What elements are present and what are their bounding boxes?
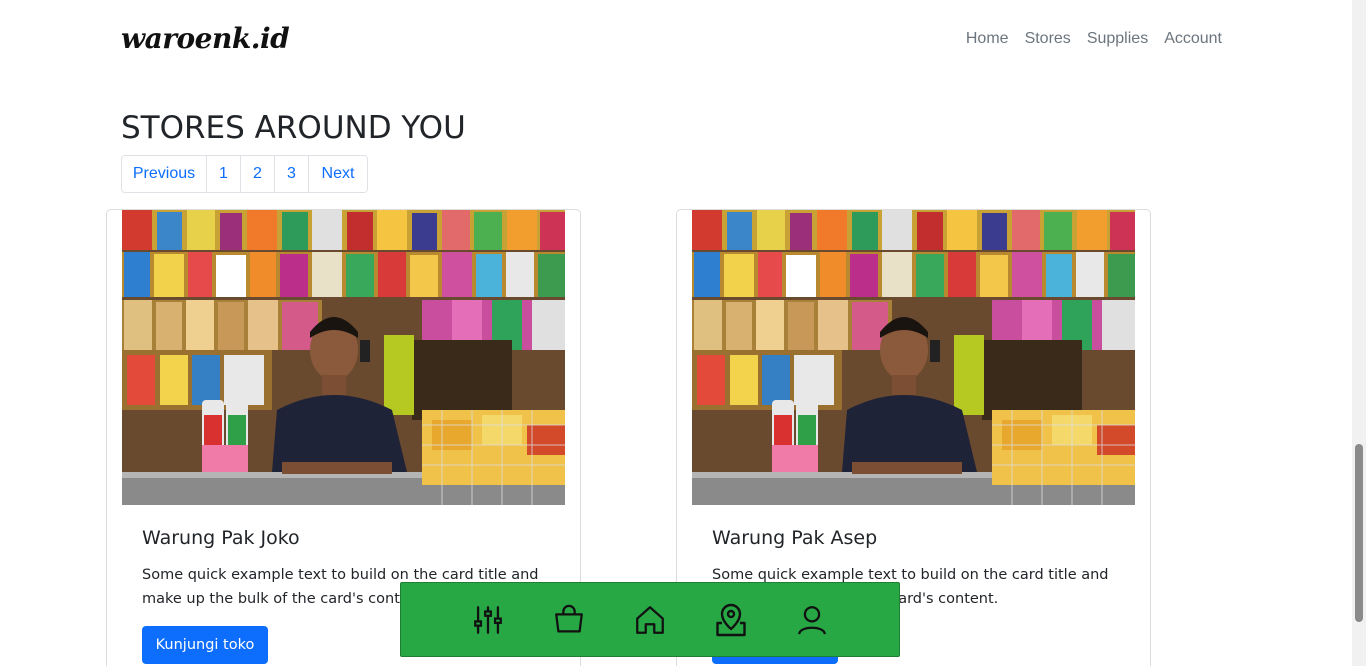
pagination-previous[interactable]: Previous: [122, 156, 207, 192]
scrollbar-thumb[interactable]: [1355, 444, 1363, 622]
visit-store-button[interactable]: Kunjungi toko: [142, 626, 268, 664]
nav-links: Home Stores Supplies Account: [966, 30, 1222, 48]
scrollbar[interactable]: [1352, 0, 1366, 666]
map-pin-icon[interactable]: [713, 602, 749, 638]
store-name: Warung Pak Joko: [142, 527, 300, 549]
store-name: Warung Pak Asep: [712, 527, 878, 549]
nav-stores-link[interactable]: Stores: [1025, 30, 1071, 48]
pagination-page-2[interactable]: 2: [241, 156, 275, 192]
brand-logo[interactable]: waroenk.id: [121, 22, 290, 55]
nav-supplies-link[interactable]: Supplies: [1087, 30, 1148, 48]
sliders-icon[interactable]: [470, 602, 506, 638]
page-title: STORES AROUND YOU: [121, 110, 466, 146]
user-icon[interactable]: [794, 602, 830, 638]
pagination-page-3[interactable]: 3: [275, 156, 309, 192]
shopping-bag-icon[interactable]: [551, 602, 587, 638]
home-icon[interactable]: [632, 602, 668, 638]
pagination-next[interactable]: Next: [309, 156, 367, 192]
store-image: [122, 210, 565, 505]
pagination-page-1[interactable]: 1: [207, 156, 241, 192]
pagination: Previous 1 2 3 Next: [121, 155, 368, 193]
nav-home-link[interactable]: Home: [966, 30, 1009, 48]
navbar: waroenk.id Home Stores Supplies Account: [0, 0, 1352, 80]
store-image: [692, 210, 1135, 505]
nav-account-link[interactable]: Account: [1164, 30, 1222, 48]
bottom-nav-bar: [400, 582, 900, 657]
